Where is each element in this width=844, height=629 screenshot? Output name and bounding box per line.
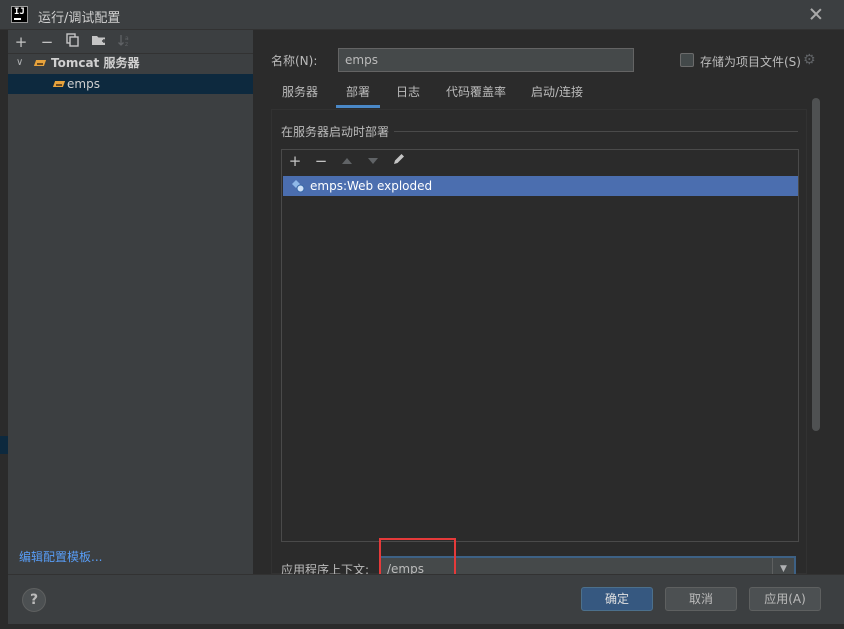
tomcat-icon — [34, 57, 46, 69]
deployment-tab-panel: 在服务器启动时部署 + − emps:Web exploded 应用程序上下文:… — [271, 109, 807, 580]
edit-pencil-icon[interactable] — [390, 152, 408, 170]
store-as-project-file-checkbox[interactable] — [680, 53, 694, 67]
deployment-item-label: emps:Web exploded — [310, 179, 433, 193]
tab-startup-connection[interactable]: 启动/连接 — [526, 80, 588, 108]
add-icon[interactable]: + — [12, 33, 30, 51]
cancel-button[interactable]: 取消 — [665, 587, 737, 611]
chevron-down-icon[interactable]: ∨ — [16, 53, 23, 73]
dialog-button-bar: ? 确定 取消 应用(A) — [8, 574, 844, 624]
tree-item-emps[interactable]: emps — [8, 74, 253, 94]
remove-icon[interactable]: − — [312, 152, 330, 170]
move-up-icon[interactable] — [338, 152, 356, 170]
artifact-icon — [291, 179, 305, 193]
window-title: 运行/调试配置 — [38, 11, 121, 26]
window-bottom-edge — [0, 624, 844, 629]
edit-configuration-templates-link[interactable]: 编辑配置模板... — [19, 548, 102, 565]
tree-item-label: Tomcat 服务器 — [51, 56, 140, 70]
tree-item-tomcat-server[interactable]: ∨ Tomcat 服务器 — [8, 53, 253, 73]
copy-icon[interactable] — [64, 33, 82, 51]
svg-text:z: z — [125, 41, 128, 47]
configurations-sidebar: + − az ∨ Tomcat 服务器 emps 编辑配置模板... — [8, 30, 254, 574]
name-input[interactable] — [338, 48, 634, 72]
window-left-edge-marker — [0, 436, 8, 454]
store-as-project-file-label[interactable]: 存储为项目文件(S) — [700, 53, 801, 70]
sort-icon[interactable]: az — [116, 33, 134, 51]
tomcat-icon — [53, 78, 65, 90]
gear-icon: ⚙ — [803, 52, 816, 68]
tab-deployment[interactable]: 部署 — [336, 80, 380, 108]
help-icon[interactable]: ? — [22, 588, 46, 612]
sidebar-toolbar: + − az — [8, 30, 253, 54]
apply-button[interactable]: 应用(A) — [749, 587, 821, 611]
move-down-icon[interactable] — [364, 152, 382, 170]
ok-button[interactable]: 确定 — [581, 587, 653, 611]
title-bar: IJ 运行/调试配置 — [0, 0, 844, 30]
section-title: 在服务器启动时部署 — [281, 125, 390, 139]
vertical-scrollbar[interactable] — [812, 98, 820, 431]
section-divider — [394, 131, 798, 132]
tree-item-label: emps — [67, 77, 100, 91]
deployment-list: + − emps:Web exploded — [281, 149, 799, 542]
tab-server[interactable]: 服务器 — [278, 80, 322, 108]
add-icon[interactable]: + — [286, 152, 304, 170]
tab-logs[interactable]: 日志 — [388, 80, 428, 108]
close-icon[interactable] — [808, 6, 824, 22]
tab-code-coverage[interactable]: 代码覆盖率 — [440, 80, 512, 108]
deployment-item-emps-web-exploded[interactable]: emps:Web exploded — [283, 176, 798, 196]
remove-icon[interactable]: − — [38, 33, 56, 51]
intellij-app-icon: IJ — [11, 6, 28, 23]
name-label: 名称(N): — [271, 54, 318, 68]
window-left-edge — [0, 30, 8, 629]
deployment-toolbar: + − — [282, 150, 798, 174]
new-folder-icon[interactable] — [90, 33, 108, 51]
